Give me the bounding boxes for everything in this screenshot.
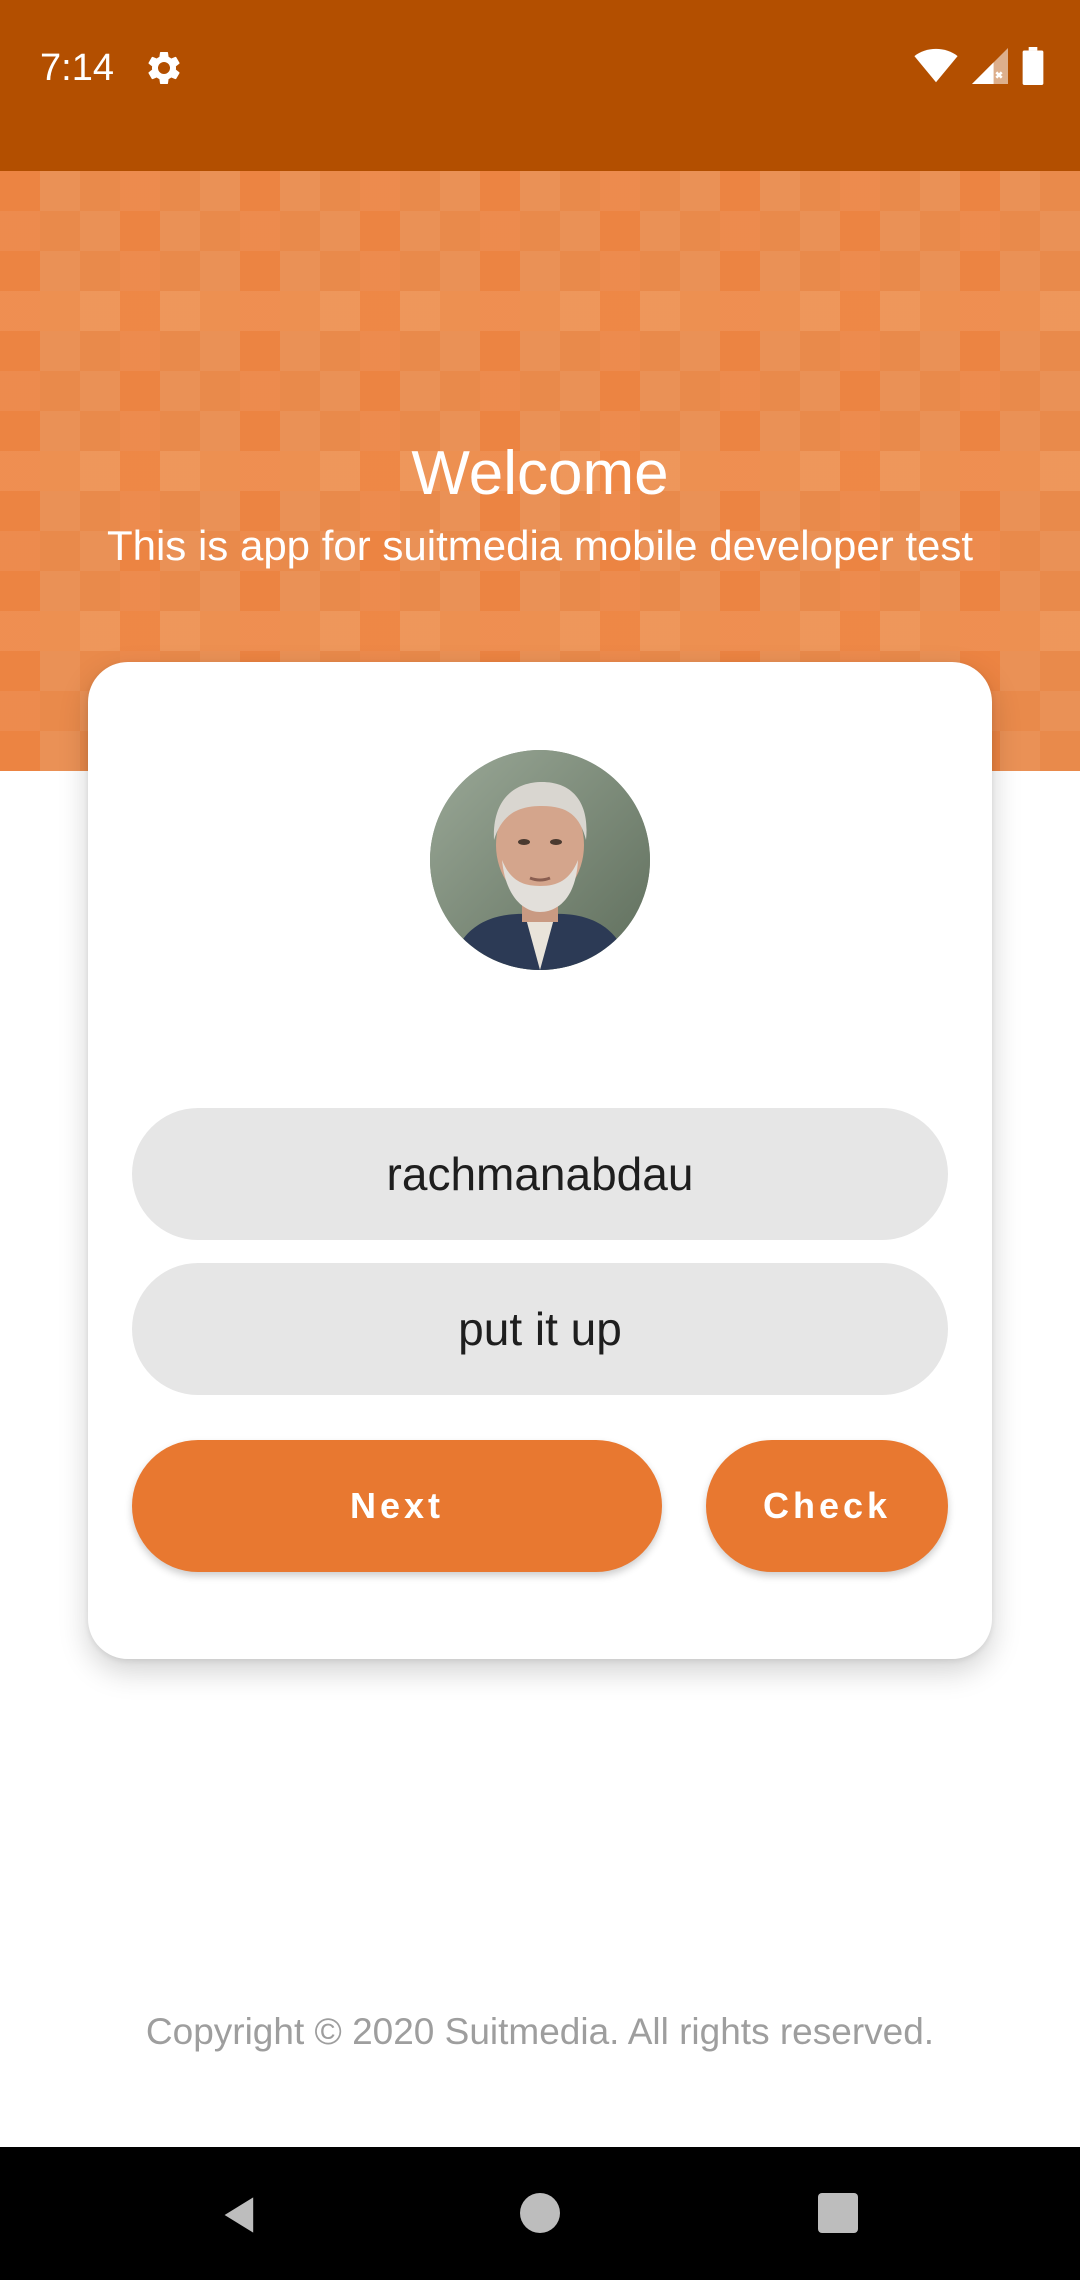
gear-icon <box>144 48 184 88</box>
input-card: rachmanabdau put it up Next Check <box>88 662 992 1659</box>
navigation-bar <box>0 2147 1080 2280</box>
signal-icon <box>972 47 1008 89</box>
recents-icon[interactable] <box>818 2193 858 2233</box>
status-icons <box>914 46 1044 90</box>
profile-photo <box>430 750 650 970</box>
name-input[interactable]: rachmanabdau <box>132 1108 948 1240</box>
copyright-text: Copyright © 2020 Suitmedia. All rights r… <box>145 2011 935 2052</box>
check-button[interactable]: Check <box>706 1440 948 1572</box>
battery-icon <box>1022 46 1044 90</box>
welcome-title: Welcome <box>411 439 669 508</box>
palindrome-input[interactable]: put it up <box>132 1263 948 1395</box>
back-icon[interactable] <box>218 2193 262 2237</box>
home-icon[interactable] <box>520 2193 560 2233</box>
status-time: 7:14 <box>40 47 114 89</box>
wifi-icon <box>914 48 958 89</box>
avatar[interactable] <box>430 750 650 970</box>
next-button[interactable]: Next <box>132 1440 662 1572</box>
status-bar: 7:14 <box>0 0 1080 171</box>
welcome-subtitle: This is app for suitmedia mobile develop… <box>106 522 974 569</box>
